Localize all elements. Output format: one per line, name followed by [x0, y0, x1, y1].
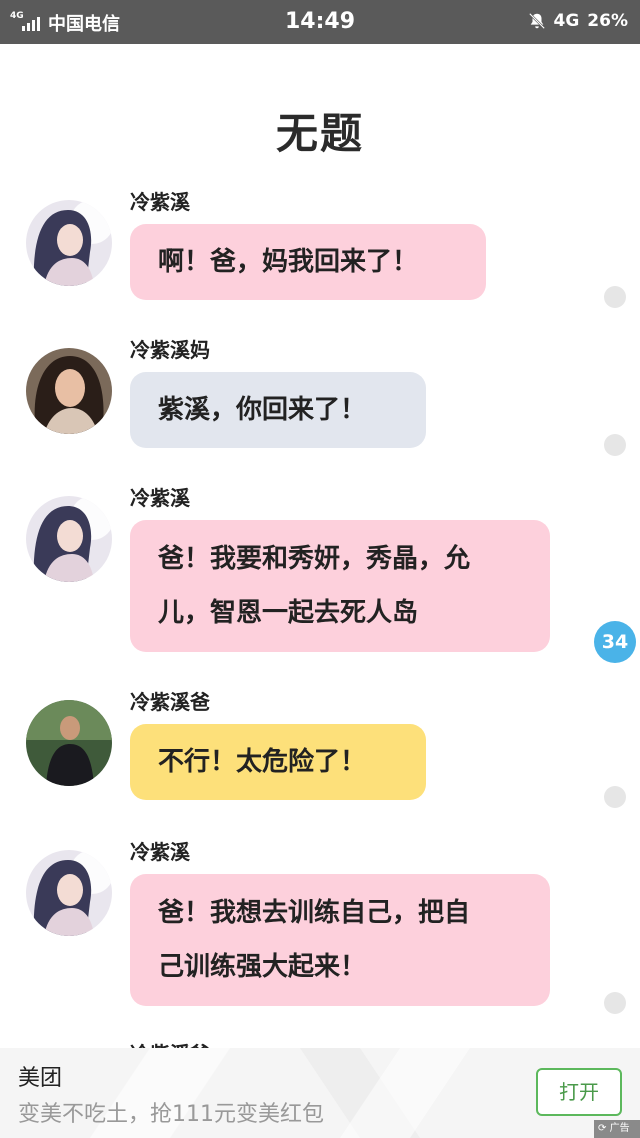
- comment-count-badge[interactable]: 34: [594, 621, 636, 663]
- battery-level: 26%: [587, 11, 628, 31]
- message-bubble[interactable]: 爸！我想去训练自己，把自 己训练强大起来！: [130, 874, 550, 1006]
- ad-brand-name: 美团: [18, 1066, 63, 1091]
- paragraph-dot[interactable]: [604, 786, 626, 808]
- refresh-icon: ⟳: [598, 1123, 607, 1134]
- avatar[interactable]: [26, 200, 112, 286]
- message-text-line: 己训练强大起来！: [158, 952, 367, 982]
- paragraph-dot[interactable]: [604, 992, 626, 1014]
- chat-message: 冷紫溪妈 紫溪，你回来了！: [26, 334, 586, 454]
- page-title: 无题: [275, 109, 364, 158]
- message-text: 紫溪，你回来了！: [158, 395, 367, 425]
- chat-message: 冷紫溪爸 不行！太危险了！: [26, 686, 586, 806]
- message-text-line: 爸！我要和秀妍，秀晶，允: [158, 544, 471, 574]
- message-text: 啊！爸，妈我回来了！: [158, 247, 419, 277]
- avatar[interactable]: [26, 496, 112, 582]
- message-bubble[interactable]: 不行！太危险了！: [130, 724, 426, 800]
- message-bubble[interactable]: 紫溪，你回来了！: [130, 372, 426, 448]
- sender-name: 冷紫溪: [130, 840, 190, 864]
- network-type-right: 4G: [553, 11, 580, 31]
- message-text-line: 爸！我想去训练自己，把自: [158, 898, 471, 928]
- ad-label: ⟳ 广告: [594, 1120, 640, 1138]
- message-bubble[interactable]: 啊！爸，妈我回来了！: [130, 224, 486, 300]
- chat-message: 冷紫溪 爸！我想去训练自己，把自 己训练强大起来！: [26, 836, 586, 1008]
- avatar[interactable]: [26, 850, 112, 936]
- sender-name: 冷紫溪爸: [130, 690, 210, 714]
- sender-name: 冷紫溪妈: [130, 338, 210, 362]
- sender-name: 冷紫溪: [130, 190, 190, 214]
- status-bar: 4G 中国电信 14:49 4G 26%: [0, 0, 640, 44]
- avatar[interactable]: [26, 700, 112, 786]
- chat-message: 冷紫溪 爸！我要和秀妍，秀晶，允 儿，智恩一起去死人岛: [26, 482, 586, 654]
- mute-bell-icon: [528, 13, 545, 29]
- message-text-line: 儿，智恩一起去死人岛: [158, 598, 419, 628]
- ad-open-button[interactable]: 打开: [536, 1068, 622, 1116]
- ad-banner[interactable]: 美团 变美不吃土，抢111元变美红包 打开: [0, 1048, 640, 1138]
- paragraph-dot[interactable]: [604, 434, 626, 456]
- ad-description: 变美不吃土，抢111元变美红包: [18, 1102, 324, 1127]
- avatar[interactable]: [26, 348, 112, 434]
- message-bubble[interactable]: 爸！我要和秀妍，秀晶，允 儿，智恩一起去死人岛: [130, 520, 550, 652]
- paragraph-dot[interactable]: [604, 286, 626, 308]
- chat-message: 冷紫溪 啊！爸，妈我回来了！: [26, 186, 586, 306]
- message-text: 不行！太危险了！: [158, 747, 367, 777]
- sender-name: 冷紫溪: [130, 486, 190, 510]
